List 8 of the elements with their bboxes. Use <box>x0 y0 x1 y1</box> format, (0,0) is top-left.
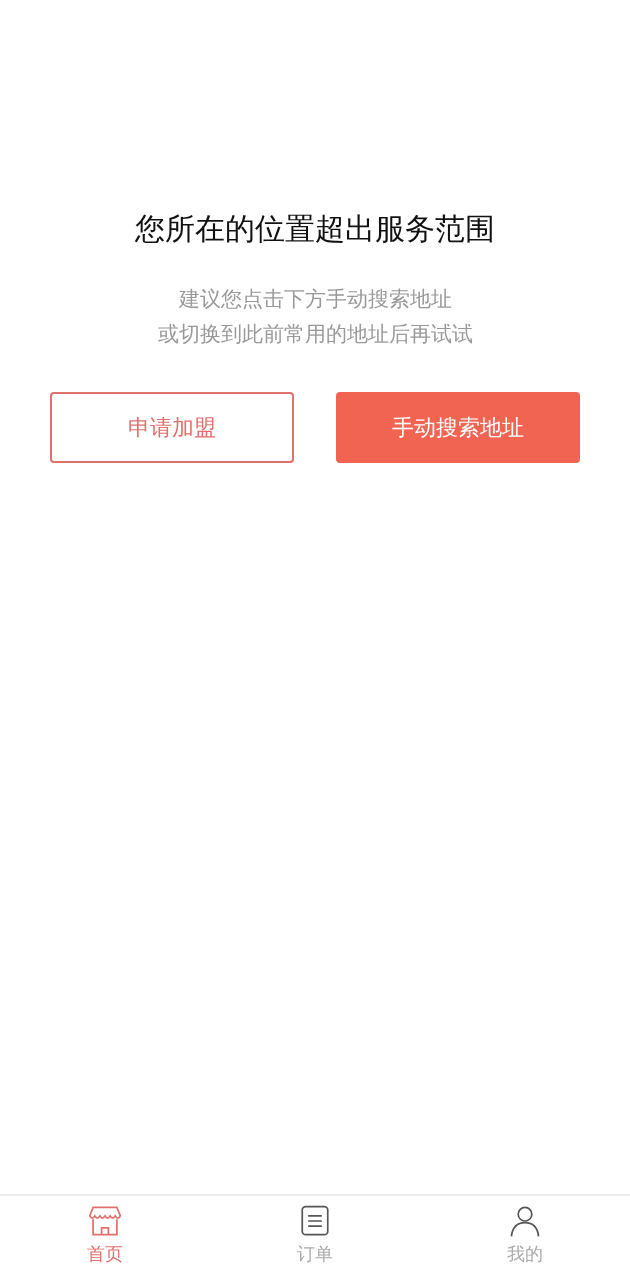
search-address-button[interactable]: 手动搜索地址 <box>336 392 580 463</box>
hint-text: 或切换到此前常用的地址后再试试 <box>157 321 473 348</box>
message-title: 您所在的位置超出服务范围 <box>135 210 495 248</box>
apply-button[interactable]: 申请加盟 <box>50 392 294 463</box>
tab-item[interactable]: 首页 <box>0 1196 210 1267</box>
tab-item[interactable]: 我的 <box>420 1196 630 1267</box>
tab-item[interactable]: 订单 <box>210 1196 420 1267</box>
hint-text: 建议您点击下方手动搜索地址 <box>178 286 452 313</box>
